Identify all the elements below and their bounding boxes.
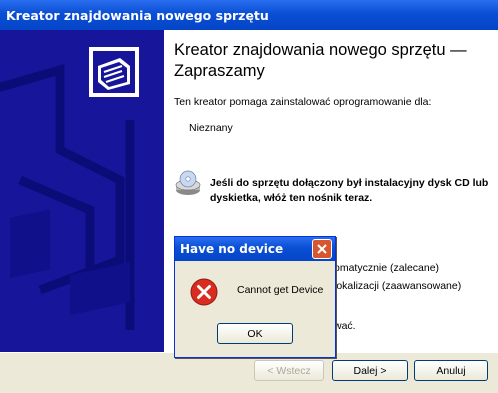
dialog-message: Cannot get Device [237,284,324,296]
cd-drive-icon [174,170,202,198]
window-title: Kreator znajdowania nowego sprzętu [6,8,269,23]
error-icon [189,277,219,307]
cd-instruction: Jeśli do sprzętu dołączony był instalacy… [210,177,489,204]
back-button[interactable]: < Wstecz [254,360,324,381]
option-manual-label[interactable]: lokalizacji (zaawansowane) [334,280,461,292]
button-bar: < Wstecz Dalej > Anuluj [0,352,498,393]
option-auto-label[interactable]: omatycznie (zalecane) [334,262,439,274]
wizard-side-panel [0,30,164,352]
dialog-title: Have no device [180,242,284,256]
continue-instruction: wać. [334,320,356,332]
intro-text: Ten kreator pomaga zainstalować oprogram… [174,96,432,108]
dialog-close-button[interactable] [312,239,332,259]
page-title: Kreator znajdowania nowego sprzętu — Zap… [174,41,467,80]
cancel-button[interactable]: Anuluj [414,360,488,381]
hardware-icon [86,44,142,100]
ok-button[interactable]: OK [217,323,293,344]
title-bar[interactable]: Kreator znajdowania nowego sprzętu [0,0,498,30]
error-dialog: Have no device Cannot get Device OK [174,236,336,358]
close-icon [317,244,327,254]
dialog-title-bar[interactable]: Have no device [175,237,335,261]
next-button[interactable]: Dalej > [332,360,408,381]
device-name: Nieznany [189,122,233,134]
